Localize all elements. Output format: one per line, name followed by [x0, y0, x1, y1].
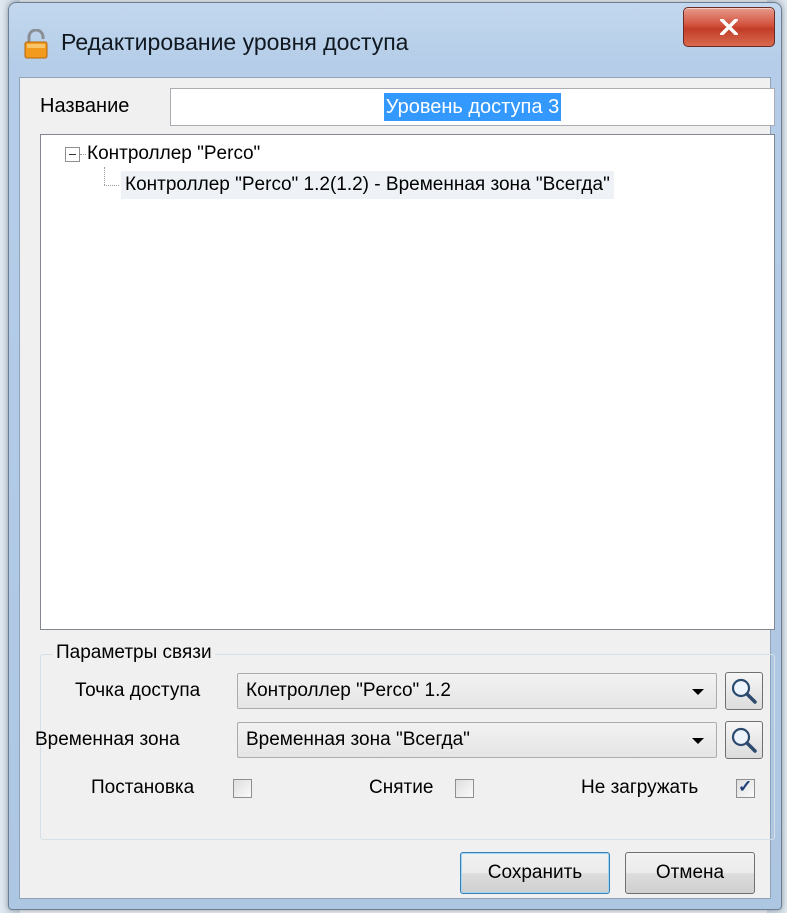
save-button[interactable]: Сохранить: [460, 852, 610, 894]
close-icon: [720, 19, 738, 35]
arm-checkbox-label: Постановка: [91, 777, 195, 798]
access-point-dropdown[interactable]: Контроллер "Perco" 1.2: [237, 673, 717, 709]
chevron-down-icon: [692, 738, 704, 744]
no-load-checkbox[interactable]: ✓: [736, 777, 755, 798]
access-tree[interactable]: Контроллер "Perco" Контроллер "Perco" 1.…: [40, 134, 775, 630]
checkmark-icon: ✓: [738, 777, 753, 796]
time-zone-search-button[interactable]: [725, 721, 763, 759]
dialog-content: Название Уровень доступа 3 Контроллер "P…: [19, 77, 775, 899]
access-point-value: Контроллер "Perco" 1.2: [246, 680, 451, 701]
name-input[interactable]: Уровень доступа 3: [170, 88, 775, 126]
magnifier-icon: [731, 727, 757, 753]
time-zone-value: Временная зона "Всегда": [246, 729, 470, 750]
magnifier-icon: [731, 678, 757, 704]
no-load-checkbox-label: Не загружать: [581, 777, 699, 798]
arm-checkbox[interactable]: [233, 779, 252, 798]
name-label: Название: [40, 95, 130, 117]
tree-connector: [104, 185, 119, 186]
time-zone-label: Временная зона: [35, 729, 180, 750]
chevron-down-icon: [692, 689, 704, 695]
tree-connector: [80, 154, 86, 155]
link-params-caption: Параметры связи: [53, 642, 215, 664]
close-button[interactable]: [683, 7, 775, 47]
access-point-search-button[interactable]: [725, 672, 763, 710]
window-title: Редактирование уровня доступа: [61, 29, 409, 55]
time-zone-dropdown[interactable]: Временная зона "Всегда": [237, 722, 717, 758]
tree-connector: [104, 167, 105, 185]
disarm-checkbox[interactable]: [455, 779, 474, 798]
tree-item-child[interactable]: Контроллер "Perco" 1.2(1.2) - Временная …: [121, 171, 614, 199]
link-params-group: Параметры связи Точка доступа Контроллер…: [35, 642, 775, 840]
disarm-checkbox-label: Снятие: [369, 777, 434, 798]
cancel-button[interactable]: Отмена: [625, 852, 755, 894]
access-point-label: Точка доступа: [75, 680, 201, 701]
lock-icon: [24, 29, 48, 59]
tree-collapse-toggle[interactable]: [65, 147, 80, 162]
tree-item-root[interactable]: Контроллер "Perco": [87, 143, 260, 165]
dialog-window: Редактирование уровня доступа Название У…: [8, 2, 782, 910]
name-input-value: Уровень доступа 3: [383, 93, 562, 121]
title-bar[interactable]: Редактирование уровня доступа: [9, 3, 781, 79]
